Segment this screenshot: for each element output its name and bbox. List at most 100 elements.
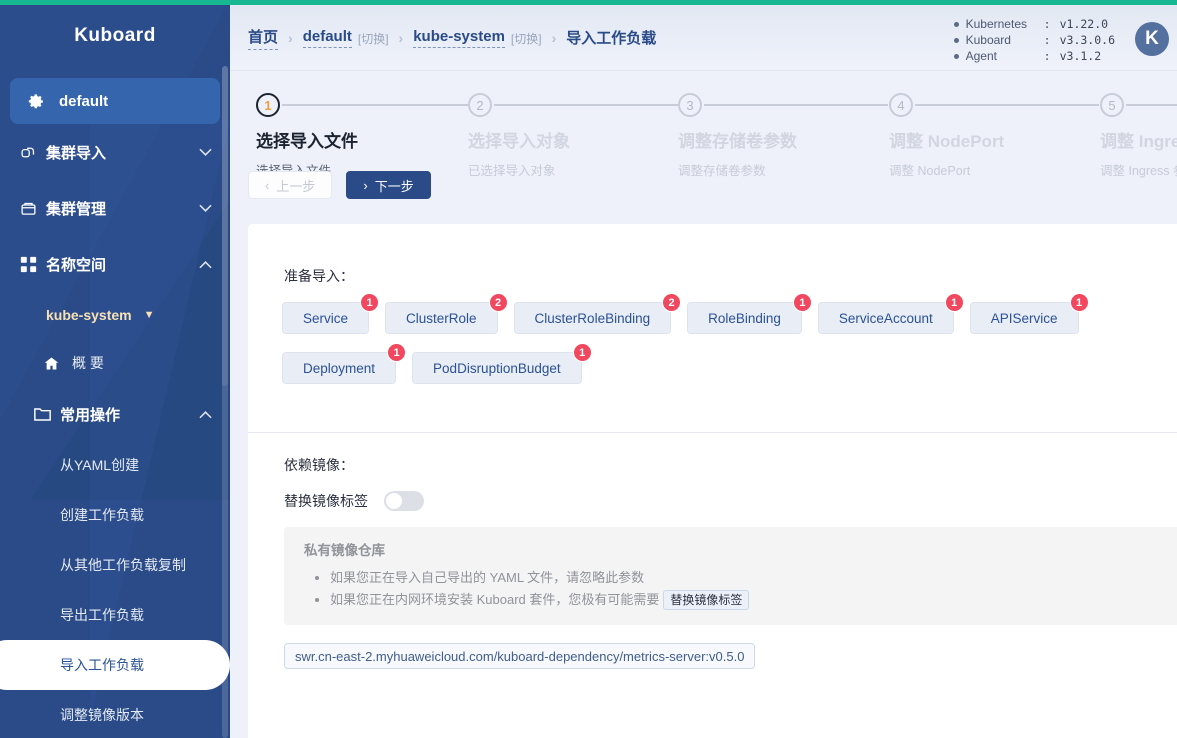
dependency-image-chip[interactable]: swr.cn-east-2.myhuaweicloud.com/kuboard-…: [284, 643, 756, 669]
notice-title: 私有镜像仓库: [304, 543, 385, 558]
step-1-select-import-file[interactable]: 1 选择导入文件 选择导入文件: [256, 93, 476, 179]
resource-tag-serviceaccount: ServiceAccount 1: [817, 293, 964, 334]
breadcrumb-item-cluster[interactable]: default: [302, 28, 352, 48]
bullet-icon: [953, 21, 959, 27]
step-wizard: 1 选择导入文件 选择导入文件 2 选择导入对象 已选择导入对象 3 调整存储卷…: [230, 71, 1177, 219]
next-step-button[interactable]: › 下一步: [346, 171, 431, 199]
step-description: 调整存储卷参数: [678, 164, 766, 178]
version-colon: :: [1043, 17, 1051, 31]
version-row-agent: Agent : v3.1.2: [953, 48, 1115, 64]
resource-tag-label[interactable]: ServiceAccount: [817, 302, 954, 334]
sidebar: Kuboard default 集群导入 集群管理 名称空间 kube-syst…: [0, 0, 230, 738]
sidebar-item-overview[interactable]: 概 要: [0, 338, 230, 388]
step-navigation: ‹ 上一步 › 下一步: [248, 171, 431, 199]
sidebar-item-adjust-image-version[interactable]: 调整镜像版本: [0, 690, 230, 738]
bullet-icon: [953, 37, 959, 43]
sidebar-group-cluster-management[interactable]: 集群管理: [0, 180, 230, 236]
step-4-adjust-nodeport[interactable]: 4 调整 NodePort 调整 NodePort: [889, 93, 1109, 179]
next-step-label: 下一步: [374, 178, 414, 194]
sidebar-item-copy-from-workload[interactable]: 从其他工作负载复制: [0, 540, 230, 590]
resource-count-badge: 2: [488, 293, 508, 312]
namespace-selector[interactable]: kube-system ▼: [0, 292, 230, 338]
version-value: v1.22.0: [1059, 17, 1109, 31]
sidebar-item-import-workload[interactable]: 导入工作负载: [0, 640, 230, 690]
step-5-adjust-ingress[interactable]: 5 调整 Ingress 调整 Ingress 参数: [1100, 93, 1177, 179]
bullet-icon: [953, 53, 959, 59]
box-icon: [20, 200, 46, 217]
resource-tag-label[interactable]: RoleBinding: [687, 302, 802, 334]
sidebar-item-default-cluster[interactable]: default: [10, 78, 220, 124]
breadcrumb: 首页 › default [切换] › kube-system [切换] › 导…: [248, 5, 656, 71]
sidebar-group-common-operations[interactable]: 常用操作: [0, 388, 230, 440]
sidebar-item-label: default: [59, 92, 109, 110]
breadcrumb-separator-icon: ›: [398, 30, 404, 46]
step-track: 1 选择导入文件 选择导入文件 2 选择导入对象 已选择导入对象 3 调整存储卷…: [248, 93, 1177, 178]
breadcrumb-switch-namespace[interactable]: [切换]: [511, 30, 542, 47]
breadcrumb-switch-cluster[interactable]: [切换]: [358, 30, 389, 47]
resource-tag-label[interactable]: Deployment: [282, 352, 397, 384]
notice-list: 如果您正在导入自己导出的 YAML 文件，请忽略此参数 如果您正在内网环境安装 …: [284, 567, 1177, 611]
sidebar-group-label: 集群导入: [46, 144, 107, 162]
sidebar-item-label: 从YAML创建: [60, 457, 140, 473]
page-header: 首页 › default [切换] › kube-system [切换] › 导…: [230, 5, 1177, 71]
sidebar-item-label: 导入工作负载: [60, 657, 144, 673]
replace-image-tag-toggle[interactable]: [384, 491, 424, 511]
step-2-select-import-objects[interactable]: 2 选择导入对象 已选择导入对象: [468, 93, 688, 179]
sidebar-group-label: 集群管理: [46, 200, 107, 218]
chevron-right-icon: ›: [363, 177, 368, 193]
replace-image-tag-row: 替换镜像标签: [284, 491, 1177, 511]
gear-icon: [28, 93, 45, 110]
sidebar-item-create-from-yaml[interactable]: 从YAML创建: [0, 440, 230, 490]
link-icon: [20, 144, 46, 161]
previous-step-button[interactable]: ‹ 上一步: [248, 171, 333, 199]
notice-item: 如果您正在导入自己导出的 YAML 文件，请忽略此参数: [330, 567, 1177, 589]
dependency-image-list: swr.cn-east-2.myhuaweicloud.com/kuboard-…: [284, 643, 1177, 669]
resource-tag-label[interactable]: ClusterRoleBinding: [513, 302, 672, 334]
sidebar-item-export-workload[interactable]: 导出工作负载: [0, 590, 230, 640]
step-number: 3: [678, 93, 702, 117]
top-accent-bar: [0, 0, 1177, 5]
resource-tag-label[interactable]: PodDisruptionBudget: [412, 352, 582, 384]
resource-count-badge: 2: [662, 293, 682, 312]
version-row-kubernetes: Kubernetes : v1.22.0: [953, 16, 1115, 32]
step-description: 调整 NodePort: [889, 164, 971, 178]
resource-count-badge: 1: [944, 293, 964, 312]
avatar[interactable]: K: [1135, 22, 1169, 56]
breadcrumb-separator-icon: ›: [551, 30, 557, 46]
step-number: 2: [468, 93, 492, 117]
version-value: v3.3.0.6: [1059, 33, 1115, 47]
sidebar-scrollbar-thumb[interactable]: [222, 66, 228, 386]
resource-tag-label[interactable]: ClusterRole: [385, 302, 498, 334]
sidebar-group-cluster-import[interactable]: 集群导入: [0, 124, 230, 180]
version-name: Kubernetes: [965, 17, 1027, 31]
step-number: 5: [1100, 93, 1124, 117]
notice-item: 如果您正在内网环境安装 Kuboard 套件，您极有可能需要替换镜像标签: [330, 589, 1177, 611]
resource-tag-label[interactable]: APIService: [969, 302, 1079, 334]
caret-down-icon: ▼: [143, 309, 155, 321]
sidebar-item-create-workload[interactable]: 创建工作负载: [0, 490, 230, 540]
sidebar-group-namespaces[interactable]: 名称空间: [0, 236, 230, 292]
version-name: Kuboard: [965, 33, 1011, 47]
replace-image-tag-label: 替换镜像标签: [284, 493, 368, 509]
step-connector: [915, 104, 1099, 106]
previous-step-label: 上一步: [276, 178, 316, 194]
step-title: 调整 Ingress: [1100, 132, 1177, 151]
breadcrumb-item-namespace[interactable]: kube-system: [413, 28, 505, 48]
sidebar-item-label: 创建工作负载: [60, 507, 144, 523]
app-brand: Kuboard: [74, 25, 156, 46]
resource-tag-label[interactable]: Service: [282, 302, 370, 334]
step-3-adjust-volume-params[interactable]: 3 调整存储卷参数 调整存储卷参数: [678, 93, 898, 179]
version-colon: :: [1043, 33, 1051, 47]
grid-icon: [20, 256, 46, 273]
step-connector: [704, 104, 888, 106]
version-colon: :: [1043, 49, 1051, 63]
sidebar-item-label: 调整镜像版本: [60, 707, 144, 723]
resource-tag-apiservice: APIService 1: [969, 293, 1089, 334]
breadcrumb-item-home[interactable]: 首页: [248, 26, 279, 50]
section-divider: [248, 432, 1177, 433]
prepare-import-label: 准备导入：: [284, 268, 354, 284]
step-number: 4: [889, 93, 913, 117]
sidebar-nav: default 集群导入 集群管理 名称空间 kube-system ▼ 概 要…: [0, 78, 230, 738]
home-icon: [44, 356, 72, 371]
content-card: 准备导入： Service 1 ClusterRole 2 ClusterRol…: [248, 224, 1177, 738]
